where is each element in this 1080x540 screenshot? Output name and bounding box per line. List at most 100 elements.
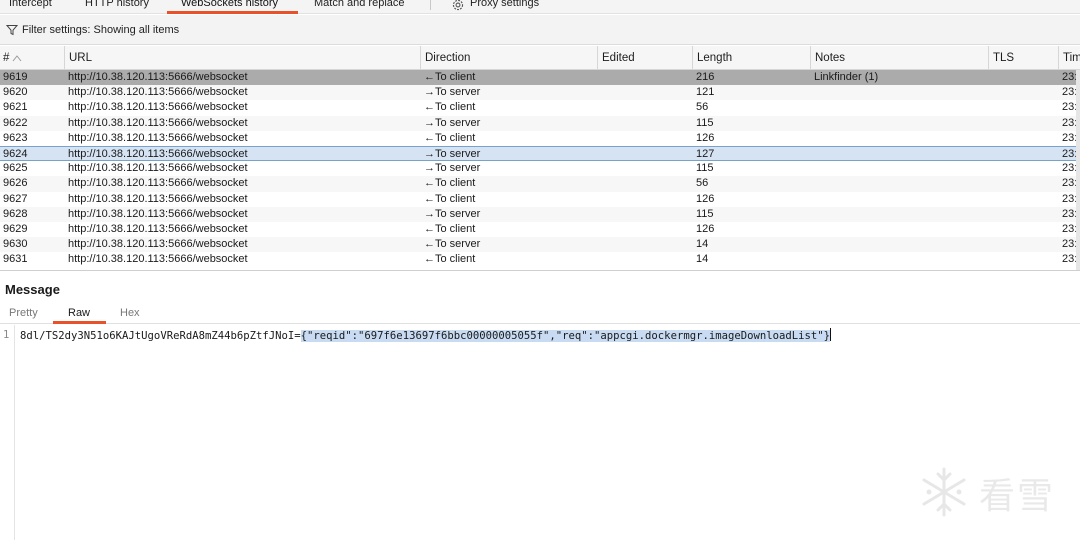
table-row[interactable]: 9629 http://10.38.120.113:5666/websocket ←… [0, 222, 1080, 237]
cell-tls [992, 207, 1056, 222]
cell-tls [992, 70, 1056, 85]
table-row[interactable]: 9621 http://10.38.120.113:5666/websocket ←… [0, 100, 1080, 115]
table-row[interactable]: 9626 http://10.38.120.113:5666/websocket ←… [0, 176, 1080, 192]
cell-time: 23:1 [1062, 86, 1076, 99]
table-row[interactable]: 9623 http://10.38.120.113:5666/websocket ←… [0, 131, 1080, 146]
column-header-id-label: # [3, 52, 10, 64]
cell-time: 23:1 [1062, 148, 1076, 160]
table-header: # URL Direction Edited Length Notes TLS … [0, 46, 1080, 70]
cell-edited [601, 85, 691, 100]
tab-pretty[interactable]: Pretty [9, 307, 38, 319]
arrow-right-icon: → [424, 116, 435, 129]
cell-direction: →To server [424, 116, 594, 131]
cell-tls [992, 100, 1056, 115]
cell-length: 56 [696, 177, 709, 190]
direction-label: To client [435, 71, 476, 83]
cell-url: http://10.38.120.113:5666/websocket [68, 162, 248, 175]
cell-notes [814, 252, 984, 267]
tab-separator [430, 0, 431, 10]
cell-tls [992, 192, 1056, 207]
direction-label: To client [435, 101, 476, 114]
cell-id: 9625 [3, 162, 28, 175]
cell-id: 9622 [3, 116, 28, 129]
direction-label: To client [435, 131, 476, 144]
active-tab-indicator [167, 11, 298, 14]
cell-time: 23:1 [1062, 177, 1076, 190]
cell-notes [814, 116, 984, 131]
cell-notes [814, 161, 984, 176]
column-header-tls[interactable]: TLS [988, 46, 1058, 70]
column-header-notes[interactable]: Notes [810, 46, 988, 70]
column-header-edited[interactable]: Edited [597, 46, 692, 70]
cell-time: 23:1 [1062, 131, 1076, 144]
table-row[interactable]: 9631 http://10.38.120.113:5666/websocket ←… [0, 252, 1080, 267]
cell-notes [814, 192, 984, 207]
cell-direction: ←To client [424, 176, 594, 191]
filter-funnel-icon [6, 25, 18, 36]
tab-raw[interactable]: Raw [68, 307, 90, 319]
cell-direction: ←To client [424, 131, 594, 146]
filter-settings-label: Filter settings: Showing all items [22, 24, 180, 36]
table-row[interactable]: 9622 http://10.38.120.113:5666/websocket →… [0, 115, 1080, 131]
cell-url: http://10.38.120.113:5666/websocket [68, 223, 248, 235]
cell-tls [992, 161, 1056, 176]
arrow-left-icon: ← [424, 177, 435, 190]
table-row[interactable]: 9619 http://10.38.120.113:5666/websocket ←… [0, 70, 1080, 86]
arrow-left-icon: ← [424, 131, 435, 144]
cell-time: 23:1 [1062, 71, 1076, 83]
tab-proxy-settings[interactable]: Proxy settings [470, 0, 539, 9]
message-view-tabs: Pretty Raw Hex [0, 304, 1080, 324]
column-header-time[interactable]: Tim [1058, 46, 1080, 70]
cell-length: 127 [696, 148, 715, 160]
message-prefix-text: 8dl/TS2dy3N51o6KAJtUgoVReRdA8mZ44b6pZtfJ… [20, 330, 301, 342]
tab-hex[interactable]: Hex [120, 307, 140, 319]
cell-length: 115 [696, 116, 714, 129]
table-row[interactable]: 9620 http://10.38.120.113:5666/websocket →… [0, 85, 1080, 101]
cell-id: 9627 [3, 192, 28, 205]
cell-url: http://10.38.120.113:5666/websocket [68, 71, 248, 83]
tab-http-history[interactable]: HTTP history [85, 0, 149, 9]
cell-edited [601, 116, 691, 131]
tab-websockets-history[interactable]: WebSockets history [181, 0, 278, 9]
column-header-url[interactable]: URL [64, 46, 420, 70]
cell-tls [992, 85, 1056, 100]
cell-id: 9630 [3, 238, 28, 251]
cell-length: 115 [696, 162, 714, 175]
message-content[interactable]: 8dl/TS2dy3N51o6KAJtUgoVReRdA8mZ44b6pZtfJ… [20, 328, 832, 343]
cell-id: 9626 [3, 177, 28, 190]
cell-edited [601, 237, 691, 252]
cell-time: 23:1 [1062, 253, 1076, 266]
cell-url: http://10.38.120.113:5666/websocket [68, 116, 248, 129]
text-caret [830, 328, 832, 341]
vertical-scrollbar[interactable] [1076, 70, 1080, 270]
cell-notes [814, 222, 984, 237]
table-row[interactable]: 9625 http://10.38.120.113:5666/websocket →… [0, 161, 1080, 176]
direction-label: To server [435, 116, 481, 129]
cell-url: http://10.38.120.113:5666/websocket [68, 148, 248, 160]
cell-notes [814, 207, 984, 222]
column-header-direction[interactable]: Direction [420, 46, 597, 70]
gear-icon[interactable] [451, 0, 465, 12]
direction-label: To client [435, 177, 476, 190]
cell-tls [992, 147, 1056, 162]
filter-settings-button[interactable]: Filter settings: Showing all items [6, 21, 179, 39]
column-header-length[interactable]: Length [692, 46, 810, 70]
column-header-id[interactable]: # [0, 46, 64, 70]
table-row[interactable]: 9624 http://10.38.120.113:5666/websocket →… [0, 146, 1080, 162]
tab-intercept[interactable]: Intercept [9, 0, 52, 9]
cell-id: 9621 [3, 101, 28, 114]
table-row[interactable]: 9628 http://10.38.120.113:5666/websocket →… [0, 206, 1080, 222]
table-row[interactable]: 9627 http://10.38.120.113:5666/websocket ←… [0, 192, 1080, 207]
cell-length: 126 [696, 223, 715, 235]
cell-direction: →To server [424, 161, 594, 176]
tab-match-and-replace[interactable]: Match and replace [314, 0, 405, 9]
arrow-left-icon: ← [424, 253, 435, 266]
cell-edited [601, 176, 691, 191]
cell-id: 9624 [3, 148, 28, 160]
snowflake-logo-icon [922, 467, 966, 517]
cell-time: 23:1 [1062, 116, 1076, 129]
cell-tls [992, 176, 1056, 191]
cell-url: http://10.38.120.113:5666/websocket [68, 101, 248, 114]
cell-direction: →To server [424, 85, 594, 100]
table-row[interactable]: 9630 http://10.38.120.113:5666/websocket ←… [0, 237, 1080, 253]
